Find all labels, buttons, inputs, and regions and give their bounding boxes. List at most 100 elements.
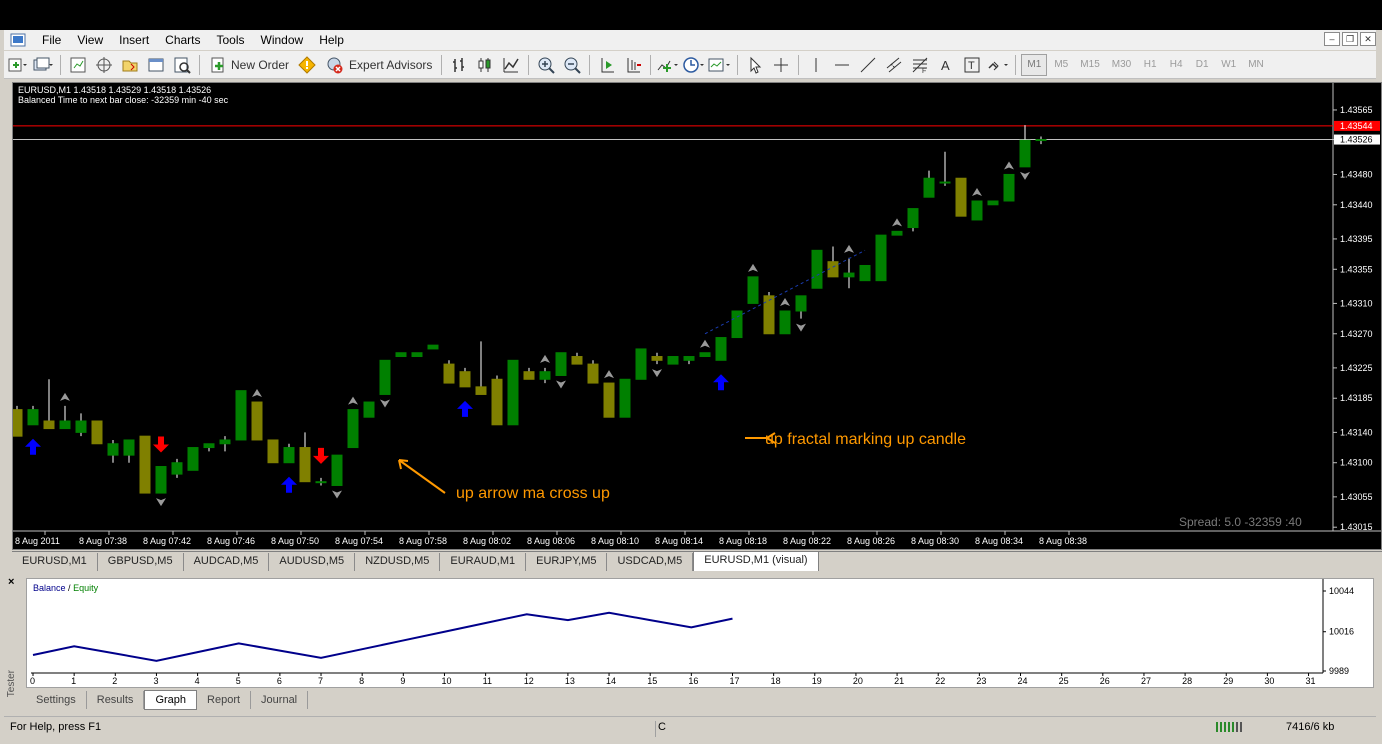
trendline-button[interactable] — [856, 54, 880, 76]
menu-file[interactable]: File — [34, 30, 69, 50]
strategy-tester-button[interactable] — [170, 54, 194, 76]
terminal-button[interactable] — [144, 54, 168, 76]
candlestick-chart-button[interactable] — [473, 54, 497, 76]
price-tick-label: 1.43100 — [1340, 458, 1373, 468]
balance-plot: 0 1 2 3 4 5 6 7 8 9 10 11 12 13 14 15 16 17 18 19 20 21 22 23 24… — [30, 579, 1354, 686]
equidistant-channel-button[interactable] — [882, 54, 906, 76]
graph-y-label: 10044 — [1329, 586, 1354, 596]
menu-charts[interactable]: Charts — [157, 30, 208, 50]
tester-tab-report[interactable]: Report — [197, 691, 252, 709]
up-fractal-icon — [844, 244, 854, 253]
zoom-in-button[interactable] — [534, 54, 558, 76]
text-label-button[interactable]: T — [960, 54, 984, 76]
restore-icon[interactable]: ❐ — [1342, 32, 1358, 46]
fibonacci-button[interactable]: F — [908, 54, 932, 76]
bar-chart-button[interactable] — [447, 54, 471, 76]
arrows-button[interactable] — [986, 54, 1010, 76]
balance-graph: 0 1 2 3 4 5 6 7 8 9 10 11 12 13 14 15 16 17 18 19 20 21 22 23 24… — [26, 578, 1374, 688]
indicators-button[interactable] — [656, 54, 680, 76]
chart-tab[interactable]: EURAUD,M1 — [440, 553, 527, 571]
tester-tab-graph[interactable]: Graph — [144, 690, 198, 710]
toolbar-separator — [60, 54, 61, 75]
profiles-button[interactable] — [31, 54, 55, 76]
timeframe-h4-button[interactable]: H4 — [1164, 54, 1188, 76]
tester-tab-results[interactable]: Results — [87, 691, 145, 709]
legend-balance: Balance — [33, 583, 66, 593]
close-icon[interactable]: ✕ — [1360, 32, 1376, 46]
countdown-label: -32359 :40 — [1244, 515, 1302, 529]
chart-tab[interactable]: USDCAD,M5 — [607, 553, 694, 571]
chart-shift-button[interactable] — [621, 54, 645, 76]
toolbar-separator — [199, 54, 200, 75]
down-fractal-icon — [796, 323, 806, 332]
price-tick-label: 1.43055 — [1340, 492, 1373, 502]
timeframe-w1-button[interactable]: W1 — [1216, 54, 1241, 76]
chart-tab[interactable]: EURJPY,M5 — [526, 553, 608, 571]
graph-x-label: 2 — [112, 676, 117, 686]
price-chart[interactable]: 1.43565 1.43526 1.43480 1.43440 1.43395 1.433… — [11, 82, 1382, 550]
graph-x-label: 19 — [812, 676, 822, 686]
menu-insert[interactable]: Insert — [111, 30, 157, 50]
minimize-icon[interactable]: – — [1324, 32, 1340, 46]
candle-body — [491, 378, 503, 426]
chart-tab[interactable]: NZDUSD,M5 — [355, 553, 441, 571]
timeframe-mn-button[interactable]: MN — [1243, 54, 1269, 76]
chart-tab[interactable]: AUDUSD,M5 — [269, 553, 356, 571]
graph-x-label: 3 — [153, 676, 158, 686]
time-tick-label: 8 Aug 08:30 — [911, 536, 959, 546]
tester-tab-settings[interactable]: Settings — [26, 691, 87, 709]
chart-tab[interactable]: EURUSD,M1 (visual) — [693, 551, 819, 571]
crosshair-button[interactable] — [769, 54, 793, 76]
candle-body — [955, 177, 967, 217]
chart-tab[interactable]: GBPUSD,M5 — [98, 553, 184, 571]
tester-tab-journal[interactable]: Journal — [251, 691, 309, 709]
timeframe-m15-button[interactable]: M15 — [1075, 54, 1104, 76]
candle-body — [907, 208, 919, 229]
candle-body — [763, 295, 775, 335]
new-order-button[interactable]: New Order — [205, 54, 293, 76]
text-button[interactable]: A — [934, 54, 958, 76]
metaeditor-button[interactable] — [295, 54, 319, 76]
navigator-button[interactable] — [118, 54, 142, 76]
close-icon[interactable]: × — [8, 576, 14, 588]
candle-body — [843, 272, 855, 278]
time-tick-label: 8 Aug 08:02 — [463, 536, 511, 546]
cursor-button[interactable] — [743, 54, 767, 76]
timeframe-d1-button[interactable]: D1 — [1190, 54, 1214, 76]
new-chart-button[interactable] — [5, 54, 29, 76]
auto-scroll-button[interactable] — [595, 54, 619, 76]
chart-tab[interactable]: EURUSD,M1 — [12, 553, 98, 571]
timeframe-m1-button[interactable]: M1 — [1021, 53, 1048, 76]
time-tick-label: 8 Aug 08:10 — [591, 536, 639, 546]
candle-body — [971, 200, 983, 221]
market-watch-button[interactable] — [66, 54, 90, 76]
price-tick-label: 1.43395 — [1340, 234, 1373, 244]
candle-body — [395, 352, 407, 358]
price-tick-label: 1.43440 — [1340, 200, 1373, 210]
menu-tools[interactable]: Tools — [209, 30, 253, 50]
timeframe-m30-button[interactable]: M30 — [1107, 54, 1136, 76]
candle-body — [331, 454, 343, 486]
graph-x-label: 4 — [195, 676, 200, 686]
legend-separator: / — [68, 583, 71, 593]
candle-body — [411, 352, 423, 358]
periods-button[interactable] — [682, 54, 706, 76]
menu-view[interactable]: View — [69, 30, 111, 50]
menu-window[interactable]: Window — [253, 30, 312, 50]
horizontal-line-button[interactable] — [830, 54, 854, 76]
chart-tab[interactable]: AUDCAD,M5 — [184, 553, 270, 571]
up-fractal-icon — [348, 396, 358, 405]
menu-help[interactable]: Help — [311, 30, 352, 50]
line-chart-button[interactable] — [499, 54, 523, 76]
legend-equity: Equity — [73, 583, 99, 593]
expert-advisors-button[interactable]: Expert Advisors — [321, 54, 436, 76]
vertical-line-button[interactable] — [804, 54, 828, 76]
candle-body — [715, 337, 727, 361]
templates-button[interactable] — [708, 54, 732, 76]
timeframe-h1-button[interactable]: H1 — [1138, 54, 1162, 76]
data-window-button[interactable] — [92, 54, 116, 76]
timeframe-m5-button[interactable]: M5 — [1049, 54, 1073, 76]
zoom-out-button[interactable] — [560, 54, 584, 76]
candle-body — [283, 447, 295, 464]
up-fractal-icon — [780, 298, 790, 306]
